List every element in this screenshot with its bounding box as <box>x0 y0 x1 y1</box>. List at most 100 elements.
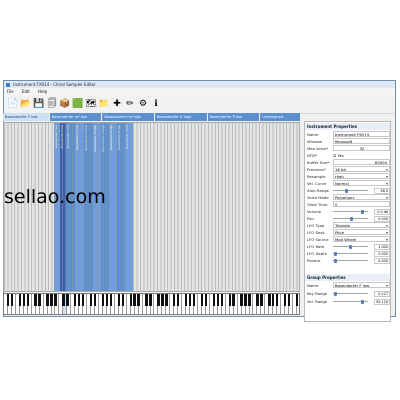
black-key[interactable] <box>46 294 49 306</box>
black-key[interactable] <box>93 294 97 306</box>
open-folder-icon[interactable]: 📂 <box>20 98 32 110</box>
tab-bosendorfer-f-low[interactable]: Bosendorfer F low <box>3 113 49 121</box>
pan-slider[interactable]: 0.000 <box>333 215 390 222</box>
package-icon[interactable]: 📦 <box>59 98 71 110</box>
export-icon[interactable]: 🗺 <box>85 98 97 110</box>
pencil-icon[interactable]: ✏ <box>124 98 136 110</box>
black-key[interactable] <box>38 294 41 306</box>
black-key[interactable] <box>188 294 192 306</box>
black-key[interactable] <box>268 294 271 306</box>
lfo-dest-select[interactable]: Pitch <box>333 229 390 235</box>
black-key[interactable] <box>220 294 223 306</box>
group-properties-header[interactable]: Group Properties <box>305 274 390 281</box>
black-key[interactable] <box>89 294 93 306</box>
black-key[interactable] <box>276 294 279 306</box>
key-range-slider[interactable]: 0.127 <box>333 290 390 297</box>
black-key[interactable] <box>78 294 81 306</box>
black-key[interactable] <box>165 294 168 306</box>
black-key[interactable] <box>18 294 22 306</box>
tab-bosendorfer-p-low[interactable]: Bosendorfer P low <box>207 113 260 121</box>
name-field[interactable]: Instrument P4574 <box>333 131 390 137</box>
black-key[interactable] <box>129 294 132 306</box>
volume-slider[interactable]: 0.0 db <box>333 208 390 215</box>
black-key[interactable] <box>117 294 121 306</box>
black-key[interactable] <box>34 294 37 306</box>
tab-bosendorfer-mf-low[interactable]: Bosendorfer mf low <box>49 113 102 121</box>
black-key[interactable] <box>54 294 57 306</box>
lfo-source-select[interactable]: Mod Wheel <box>333 236 390 242</box>
black-key[interactable] <box>212 294 216 306</box>
black-key[interactable] <box>74 294 77 306</box>
tab-unassigned[interactable]: Unassigned <box>260 113 300 121</box>
black-key[interactable] <box>216 294 220 306</box>
import-icon[interactable]: 🟩 <box>72 98 84 110</box>
black-key[interactable] <box>26 294 29 306</box>
black-key[interactable] <box>22 294 25 306</box>
black-key[interactable] <box>248 294 251 306</box>
black-key[interactable] <box>157 294 160 306</box>
folder-blue-icon[interactable]: 📁 <box>98 98 110 110</box>
black-key[interactable] <box>244 294 247 306</box>
tab-bosendorfer-ff-high[interactable]: Bosendorfer ff high <box>154 113 207 121</box>
black-key[interactable] <box>232 294 235 306</box>
lfo-type-select[interactable]: Triangle <box>333 222 390 228</box>
black-key[interactable] <box>105 294 109 306</box>
lfo-rate-slider[interactable]: 1.000 <box>333 243 390 250</box>
black-key[interactable] <box>66 294 69 306</box>
black-key[interactable] <box>200 294 204 306</box>
max-voice-field[interactable]: 32 <box>333 145 390 151</box>
menu-file[interactable]: File <box>7 89 14 94</box>
black-key[interactable] <box>161 294 164 306</box>
resample-select[interactable]: High <box>333 173 390 179</box>
black-key[interactable] <box>204 294 208 306</box>
black-key[interactable] <box>50 294 53 306</box>
save-as-icon[interactable]: 🗐 <box>46 98 58 110</box>
glide-time-field[interactable]: 0 <box>333 201 390 207</box>
black-key[interactable] <box>133 294 136 306</box>
window-field[interactable]: Monosoft <box>333 138 390 144</box>
vel-curve-select[interactable]: Normal <box>333 180 390 186</box>
save-icon[interactable]: 💾 <box>33 98 45 110</box>
reverb-slider[interactable]: 0.000 <box>333 257 390 264</box>
black-key[interactable] <box>192 294 196 306</box>
voice-mode-select[interactable]: Polyphony <box>333 194 390 200</box>
black-key[interactable] <box>240 294 243 306</box>
label-group-name: Name <box>307 283 319 288</box>
black-key[interactable] <box>10 294 14 306</box>
black-key[interactable] <box>177 294 180 306</box>
piano-keyboard[interactable] <box>3 293 300 315</box>
black-key[interactable] <box>295 294 299 306</box>
black-key[interactable] <box>287 294 291 306</box>
black-key[interactable] <box>62 294 65 306</box>
lfo-depth-slider[interactable]: 0.000 <box>333 250 390 257</box>
info-icon[interactable]: ℹ <box>150 98 162 110</box>
black-key[interactable] <box>260 294 263 306</box>
instrument-properties-header[interactable]: Instrument Properties <box>305 123 390 130</box>
black-key[interactable] <box>272 294 275 306</box>
new-document-icon[interactable]: 📄 <box>7 98 19 110</box>
black-key[interactable] <box>82 294 85 306</box>
group-name-select[interactable]: Bosendorfer F low <box>333 282 390 288</box>
black-key[interactable] <box>6 294 10 306</box>
black-key[interactable] <box>109 294 113 306</box>
black-key[interactable] <box>121 294 124 306</box>
black-key[interactable] <box>173 294 176 306</box>
black-key[interactable] <box>256 294 259 306</box>
black-key[interactable] <box>184 294 188 306</box>
black-key[interactable] <box>228 294 231 306</box>
dfd-checkbox[interactable]: ☑ Yes <box>333 152 390 159</box>
black-key[interactable] <box>137 294 140 306</box>
menu-help[interactable]: Help <box>38 89 47 94</box>
black-key[interactable] <box>101 294 105 306</box>
black-key[interactable] <box>145 294 148 306</box>
amp-range-slider[interactable]: 48.0 <box>333 187 390 194</box>
add-icon[interactable]: ✚ <box>111 98 123 110</box>
settings-icon[interactable]: ⚙ <box>137 98 149 110</box>
black-key[interactable] <box>283 294 287 306</box>
buffer-size-field[interactable]: 65000 <box>333 159 390 165</box>
black-key[interactable] <box>149 294 152 306</box>
menu-edit[interactable]: Edit <box>22 89 30 94</box>
vel-range-slider[interactable]: 95.120 <box>333 298 390 305</box>
precision-select[interactable]: 16 bit <box>333 166 390 172</box>
tab-bosendorfer-mf-high[interactable]: Bosendorfer mf high <box>102 113 154 121</box>
